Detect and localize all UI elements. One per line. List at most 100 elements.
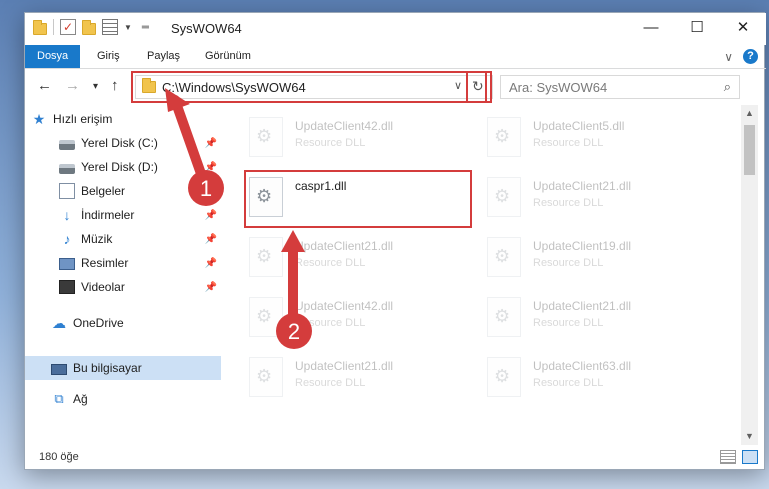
ribbon-tabs: Dosya Giriş Paylaş Görünüm ∨ ? [25,45,766,69]
sidebar-item-label: Hızlı erişim [53,112,113,126]
customize-toolbar-icon[interactable]: ═ [142,22,149,33]
file-name: UpdateClient21.dll [295,359,394,373]
pin-icon[interactable]: 📌 [205,258,217,269]
file-name: UpdateClient21.dll [295,239,394,253]
file-name: UpdateClient63.dll [533,359,632,373]
tab-view[interactable]: Görünüm [193,45,263,68]
sidebar-item-this-pc[interactable]: Bu bilgisayar [25,356,221,380]
file-type: Resource DLL [295,377,366,389]
drive-icon [59,163,75,174]
drive-icon [59,139,75,150]
pin-icon[interactable]: 📌 [205,186,217,197]
sidebar-item-downloads[interactable]: ↓ İndirmeler 📌 [25,203,221,227]
sidebar-item-label: Yerel Disk (D:) [81,160,158,174]
dll-file-icon [487,177,521,217]
file-name: UpdateClient42.dll [295,299,394,313]
file-name: UpdateClient19.dll [533,239,632,253]
sidebar-item-pictures[interactable]: Resimler 📌 [25,251,221,275]
file-type: Resource DLL [295,257,366,269]
sidebar-item-network[interactable]: ⧉ Ağ [25,387,221,411]
file-item[interactable]: UpdateClient21.dll Resource DLL [247,233,473,281]
tab-home[interactable]: Giriş [85,45,132,68]
search-placeholder: Ara: SysWOW64 [509,80,608,95]
pin-icon[interactable]: 📌 [205,234,217,245]
close-button[interactable]: ✕ [720,13,766,43]
file-type: Resource DLL [533,317,604,329]
file-item[interactable]: UpdateClient63.dll Resource DLL [485,353,711,401]
dll-file-icon [249,237,283,277]
back-button[interactable]: ← [37,77,52,94]
file-item[interactable]: UpdateClient42.dll Resource DLL [247,113,473,161]
up-button[interactable]: ↑ [111,77,119,94]
pictures-icon [59,258,75,270]
dll-file-icon [487,357,521,397]
tab-share[interactable]: Paylaş [135,45,192,68]
file-item[interactable]: UpdateClient5.dll Resource DLL [485,113,711,161]
videos-icon [59,280,75,294]
pin-icon[interactable]: 📌 [205,162,217,173]
vertical-scrollbar[interactable]: ▲ ▼ [741,105,758,445]
sidebar-item-label: OneDrive [73,316,124,330]
dll-file-icon [487,117,521,157]
details-view-icon[interactable] [720,450,736,464]
file-item[interactable]: UpdateClient19.dll Resource DLL [485,233,711,281]
file-name: UpdateClient5.dll [533,119,625,133]
sidebar-item-videos[interactable]: Videolar 📌 [25,275,221,299]
sidebar-item-documents[interactable]: Belgeler 📌 [25,179,221,203]
file-item[interactable]: UpdateClient42.dll Resource DLL [247,293,473,341]
properties-icon[interactable]: ✓ [60,19,76,35]
refresh-highlight-box [466,71,492,103]
dll-file-icon [249,357,283,397]
expand-ribbon-icon[interactable]: ∨ [724,50,733,64]
large-icons-view-icon[interactable] [742,450,758,464]
scrollbar-thumb[interactable] [744,125,755,175]
file-item[interactable]: UpdateClient21.dll Resource DLL [247,353,473,401]
search-icon: ⌕ [723,79,731,94]
pin-icon[interactable]: 📌 [205,282,217,293]
file-type: Resource DLL [295,137,366,149]
dll-file-icon [249,117,283,157]
ribbon-right: ∨ ? [724,49,758,64]
new-folder-icon[interactable] [82,20,96,35]
scroll-down-icon[interactable]: ▼ [741,428,758,445]
music-icon: ♪ [63,231,71,247]
sidebar-item-quick-access[interactable]: ★ Hızlı erişim [25,107,221,131]
file-type: Resource DLL [295,317,366,329]
forward-button[interactable]: → [65,77,80,94]
pin-icon[interactable]: 📌 [205,210,217,221]
folder-icon [33,20,47,35]
sidebar-item-onedrive[interactable]: ☁ OneDrive [25,311,221,335]
pin-icon[interactable]: 📌 [205,138,217,149]
sidebar-item-local-disk-c[interactable]: Yerel Disk (C:) 📌 [25,131,221,155]
address-highlight-box [131,71,487,103]
window-title: SysWOW64 [171,21,242,36]
sidebar-item-label: Ağ [73,392,88,406]
maximize-button[interactable]: ☐ [674,13,720,43]
search-input[interactable]: Ara: SysWOW64 ⌕ [500,75,740,99]
file-item[interactable]: UpdateClient21.dll Resource DLL [485,173,711,221]
view-options-icon[interactable] [102,19,118,35]
status-bar: 180 öğe [25,447,766,469]
navigation-bar: ← → ▾ ↑ C:\Windows\SysWOW64 ∨ ↻ Ara: Sys… [25,71,766,103]
scroll-up-icon[interactable]: ▲ [741,105,758,122]
file-type: Resource DLL [533,377,604,389]
divider [53,19,54,35]
sidebar-item-label: Yerel Disk (C:) [81,136,158,150]
download-icon: ↓ [63,207,71,223]
file-list: UpdateClient42.dll Resource DLL UpdateCl… [223,105,739,445]
sidebar-item-label: Bu bilgisayar [73,361,142,375]
minimize-button[interactable]: — [628,13,674,43]
star-icon: ★ [32,111,46,127]
navigation-pane: ★ Hızlı erişim Yerel Disk (C:) 📌 Yerel D… [25,105,221,445]
sidebar-item-label: Videolar [81,280,125,294]
help-icon[interactable]: ? [743,49,758,64]
documents-icon [59,183,75,199]
chevron-down-icon[interactable]: ▼ [124,23,132,32]
recent-locations-button[interactable]: ▾ [93,81,98,92]
sidebar-item-local-disk-d[interactable]: Yerel Disk (D:) 📌 [25,155,221,179]
file-type: Resource DLL [533,257,604,269]
file-item[interactable]: UpdateClient21.dll Resource DLL [485,293,711,341]
window-controls: — ☐ ✕ [628,13,766,43]
sidebar-item-music[interactable]: ♪ Müzik 📌 [25,227,221,251]
tab-file[interactable]: Dosya [25,45,81,68]
